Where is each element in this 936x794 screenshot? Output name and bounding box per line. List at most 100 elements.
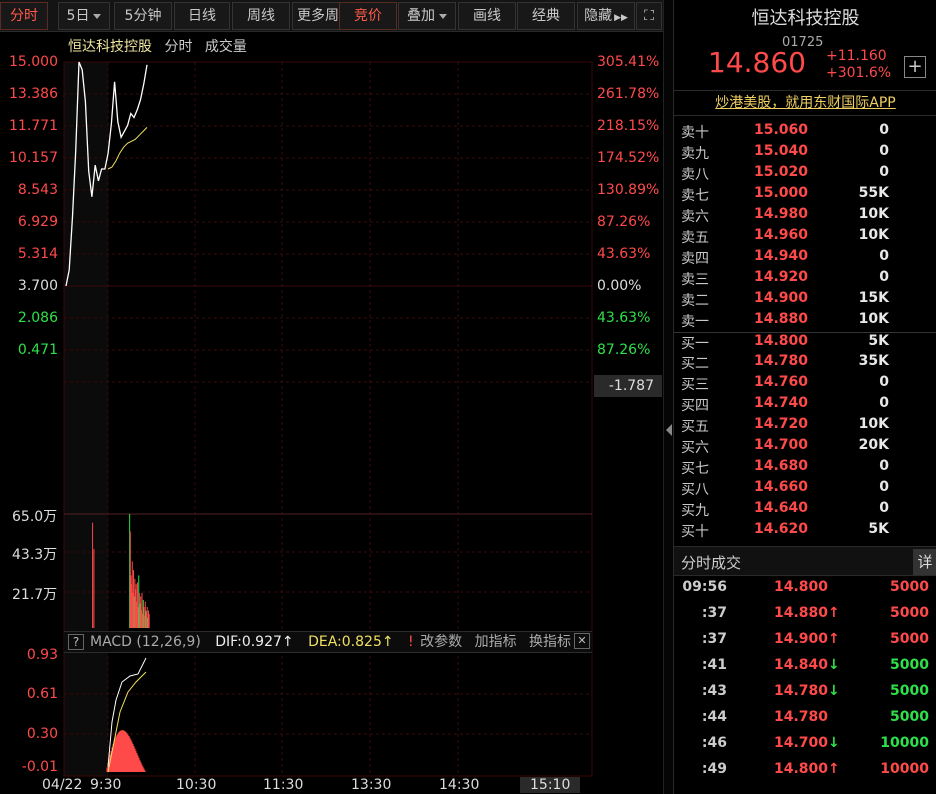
orderbook-price: 15.000 <box>754 185 809 201</box>
stock-name: 恒达科技控股 <box>751 8 860 29</box>
price-axis-label: 3.700 <box>17 278 58 294</box>
change-amount: +11.160 <box>826 48 887 64</box>
percent-axis-label: 261.78% <box>597 86 660 102</box>
orderbook-row[interactable]: 买五 14.720 10K <box>674 416 936 437</box>
orderbook-level: 买二 <box>681 356 709 372</box>
toolbar-tab-label: 周线 <box>247 8 275 24</box>
help-icon[interactable]: ? <box>68 634 84 650</box>
panel-divider[interactable] <box>663 0 673 794</box>
timesales-row: :37 14.880↑ 5000 <box>674 605 936 631</box>
toolbar-tab-2[interactable]: 5分钟 <box>114 2 172 30</box>
time-axis-label: 13:30 <box>351 777 392 793</box>
toolbar-tab-9[interactable]: 经典 <box>517 2 575 30</box>
toolbar-tab-label: 5分钟 <box>124 8 162 24</box>
legend-stock-name: 恒达科技控股 <box>68 39 152 55</box>
orderbook-volume: 10K <box>858 206 889 222</box>
orderbook-volume: 0 <box>879 374 889 390</box>
macd-axis-label: 0.93 <box>26 647 58 663</box>
orderbook-volume: 10K <box>858 311 889 327</box>
detail-button[interactable]: 详 <box>913 549 936 575</box>
timesales-row: :43 14.780↓ 5000 <box>674 683 936 709</box>
timesales-row: :44 14.780 5000 <box>674 709 936 735</box>
trade-volume: 5000 <box>890 605 929 621</box>
add-indicator-button[interactable]: 加指标 <box>475 634 517 650</box>
orderbook-row[interactable]: 买九 14.640 0 <box>674 500 936 521</box>
orderbook-row[interactable]: 卖五 14.960 10K <box>674 227 936 248</box>
trade-time: :49 <box>701 761 727 777</box>
switch-indicator-button[interactable]: 换指标 <box>529 634 571 650</box>
toolbar-tab-6[interactable]: 竞价 <box>339 2 397 30</box>
toolbar-tab-1[interactable]: 5日 <box>58 2 110 30</box>
chart-canvas[interactable] <box>0 32 663 794</box>
toolbar-tab-label: 隐藏 <box>584 8 613 24</box>
close-icon[interactable]: ✕ <box>574 633 590 649</box>
trade-price: 14.700 <box>774 735 829 751</box>
orderbook-row[interactable]: 买二 14.780 35K <box>674 353 936 374</box>
orderbook-row[interactable]: 买四 14.740 0 <box>674 395 936 416</box>
orderbook-price: 14.760 <box>754 374 809 390</box>
add-watchlist-button[interactable]: + <box>904 56 926 78</box>
orderbook-volume: 0 <box>879 269 889 285</box>
percent-axis-label: 218.15% <box>597 118 660 134</box>
orderbook-row[interactable]: 卖十 15.060 0 <box>674 122 936 143</box>
orderbook-row[interactable]: 买六 14.700 20K <box>674 437 936 458</box>
toolbar-tab-7[interactable]: 叠加 <box>398 2 456 30</box>
orderbook-volume: 55K <box>858 185 889 201</box>
toolbar-tab-4[interactable]: 周线 <box>232 2 290 30</box>
toolbar-tab-10[interactable]: 隐藏 ▶▶ <box>577 2 635 30</box>
time-axis-label: 14:30 <box>439 777 480 793</box>
orderbook-row[interactable]: 卖一 14.880 10K <box>674 311 936 332</box>
orderbook-level: 卖六 <box>681 209 709 225</box>
trade-time: :44 <box>701 709 727 725</box>
double-arrow-icon: ▶▶ <box>614 13 628 23</box>
volume-axis-label: 65.0万 <box>12 509 58 525</box>
collapse-arrow-icon[interactable] <box>666 424 672 436</box>
toolbar-tab-label: 5日 <box>66 8 90 24</box>
intraday-chart[interactable]: 恒达科技控股 分时 成交量 -1.787 ? MACD (12,26,9) DIF… <box>0 32 663 794</box>
toolbar-tab-label: 日线 <box>188 8 216 24</box>
orderbook-row[interactable]: 买八 14.660 0 <box>674 479 936 500</box>
orderbook-row[interactable]: 卖七 15.000 55K <box>674 185 936 206</box>
toolbar-tab-8[interactable]: 画线 <box>458 2 516 30</box>
orderbook-volume: 5K <box>868 333 889 349</box>
cursor-value-label: -1.787 <box>594 375 662 397</box>
toolbar-tab-3[interactable]: 日线 <box>174 2 230 30</box>
orderbook-row[interactable]: 买一 14.800 5K <box>674 332 936 353</box>
trade-volume: 10000 <box>880 735 929 751</box>
orderbook-row[interactable]: 卖二 14.900 15K <box>674 290 936 311</box>
time-axis-label: 11:30 <box>263 777 304 793</box>
orderbook-row[interactable]: 买十 14.620 5K <box>674 521 936 542</box>
price-axis-label: 2.086 <box>17 310 58 326</box>
orderbook-price: 14.880 <box>754 311 809 327</box>
trade-volume: 5000 <box>890 631 929 647</box>
volume-axis-label: 21.7万 <box>12 587 58 603</box>
change-params-button[interactable]: 改参数 <box>420 634 462 650</box>
toolbar-tab-label: 经典 <box>532 8 560 24</box>
orderbook-level: 卖十 <box>681 125 709 141</box>
orderbook-row[interactable]: 卖六 14.980 10K <box>674 206 936 227</box>
orderbook-volume: 0 <box>879 500 889 516</box>
orderbook-row[interactable]: 卖八 15.020 0 <box>674 164 936 185</box>
price-axis-label: 15.000 <box>9 54 58 70</box>
orderbook-row[interactable]: 卖四 14.940 0 <box>674 248 936 269</box>
trade-direction-icon: ↑ <box>828 631 840 647</box>
orderbook-level: 买五 <box>681 419 709 435</box>
toolbar-tab-0[interactable]: 分时 <box>0 2 48 30</box>
fullscreen-icon[interactable]: ⛶ <box>636 2 662 30</box>
chevron-down-icon <box>439 13 447 19</box>
orderbook-price: 15.060 <box>754 122 809 138</box>
orderbook-volume: 0 <box>879 164 889 180</box>
orderbook-price: 14.800 <box>754 333 809 349</box>
orderbook-row[interactable]: 卖九 15.040 0 <box>674 143 936 164</box>
orderbook-level: 买六 <box>681 440 709 456</box>
orderbook-row[interactable]: 买三 14.760 0 <box>674 374 936 395</box>
orderbook-row[interactable]: 卖三 14.920 0 <box>674 269 936 290</box>
orderbook-volume: 0 <box>879 458 889 474</box>
chart-legend: 恒达科技控股 分时 成交量 <box>68 36 255 56</box>
trade-price: 14.780 <box>774 683 829 699</box>
trade-price: 14.800 <box>774 761 829 777</box>
orderbook-row[interactable]: 买七 14.680 0 <box>674 458 936 479</box>
toolbar-tab-5[interactable]: 更多周 <box>292 2 344 30</box>
price-axis-label: 11.771 <box>9 118 58 134</box>
promo-link[interactable]: 炒港美股，就用东财国际APP <box>674 90 936 116</box>
